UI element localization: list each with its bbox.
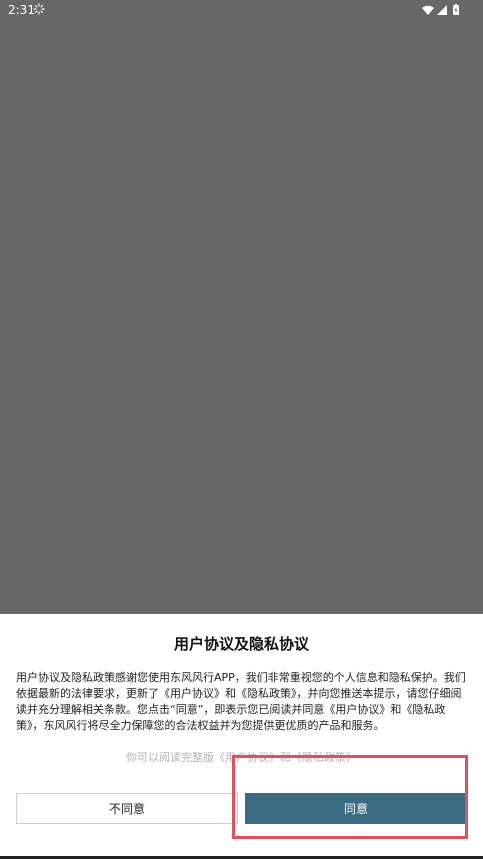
modal-overlay	[0, 20, 483, 614]
dialog-body-text: 用户协议及隐私政策感谢您使用东风风行APP，我们非常重视您的个人信息和隐私保护。…	[16, 671, 466, 732]
dialog-title: 用户协议及隐私协议	[173, 635, 309, 653]
status-bar: 2:31	[0, 0, 483, 20]
status-icons	[422, 4, 459, 15]
loading-spinner-icon	[33, 3, 45, 15]
battery-icon	[453, 4, 459, 15]
cellular-signal-icon	[437, 5, 447, 15]
status-time: 2:31	[8, 3, 35, 17]
wifi-icon	[422, 5, 434, 15]
agree-button[interactable]: 同意	[245, 793, 467, 824]
full-version-link[interactable]: 你可以阅读完整版《用户协议》和《隐私政策》	[0, 749, 483, 765]
disagree-button[interactable]: 不同意	[16, 793, 238, 824]
privacy-dialog: 用户协议及隐私协议 用户协议及隐私政策感谢您使用东风风行APP，我们非常重视您的…	[0, 614, 483, 859]
